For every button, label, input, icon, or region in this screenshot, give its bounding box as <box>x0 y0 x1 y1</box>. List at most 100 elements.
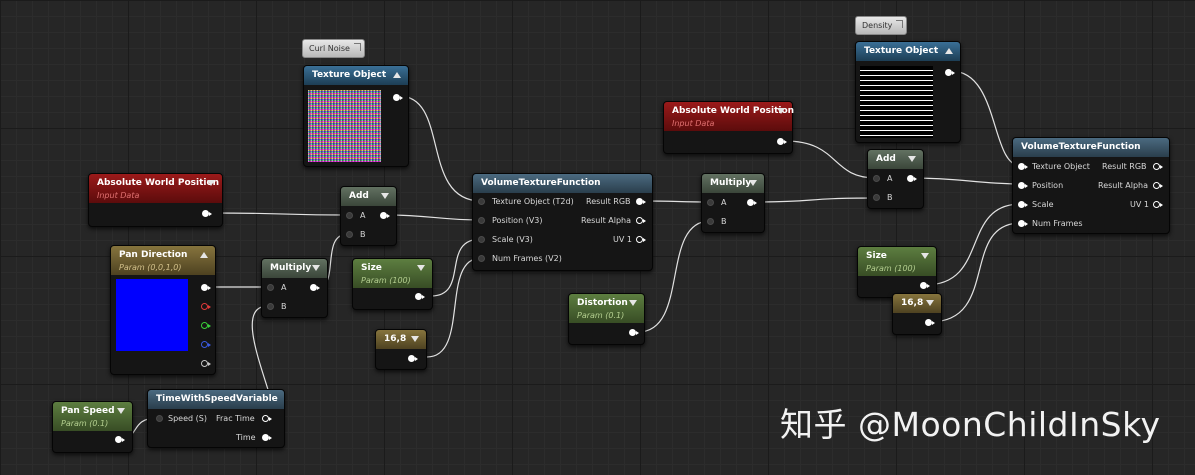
node-volume-texture-function-1[interactable]: VolumeTextureFunction Texture Object (T2… <box>472 173 653 271</box>
node-texture-object-density[interactable]: Texture Object <box>855 41 961 143</box>
node-title: Multiply <box>270 263 312 273</box>
node-pan-direction[interactable]: Pan Direction Param (0,0,1,0) <box>110 245 216 375</box>
output-pin[interactable] <box>920 282 930 289</box>
input-pin-position[interactable] <box>478 217 485 224</box>
input-pin-a[interactable] <box>346 212 353 219</box>
input-pin-a[interactable] <box>267 284 274 291</box>
collapse-arrow-icon[interactable] <box>411 336 419 342</box>
input-pin-texture-object[interactable] <box>1018 163 1028 170</box>
watermark-text: 知乎 @MoonChildInSky <box>780 405 1161 444</box>
node-size-1[interactable]: Size Param (100) <box>352 258 433 310</box>
input-pin-b[interactable] <box>267 303 274 310</box>
input-pin-texture-object[interactable] <box>478 198 485 205</box>
collapse-arrow-icon[interactable] <box>207 180 215 186</box>
node-title: 16,8 <box>901 298 924 308</box>
node-absolute-world-position-2[interactable]: Absolute World Position Input Data <box>663 101 794 154</box>
input-pin-b[interactable] <box>346 231 353 238</box>
input-pin-scale[interactable] <box>1018 201 1028 208</box>
output-pin[interactable] <box>310 284 320 291</box>
collapse-arrow-icon[interactable] <box>908 156 916 162</box>
node-constant-16-8-2[interactable]: 16,8 <box>892 293 942 335</box>
collapse-arrow-icon[interactable] <box>393 72 401 78</box>
pin-label-scale: Scale (V3) <box>492 235 533 244</box>
collapse-arrow-icon[interactable] <box>777 108 785 114</box>
node-title: Distortion <box>577 298 628 308</box>
node-title: 16,8 <box>384 334 407 344</box>
comment-density[interactable]: Density <box>855 16 908 35</box>
output-pin-time[interactable] <box>262 434 272 441</box>
output-pin[interactable] <box>629 329 639 336</box>
pin-label-a: A <box>887 174 893 183</box>
node-header: Pan Speed Param (0.1) <box>53 402 132 431</box>
node-time-with-speed-variable[interactable]: TimeWithSpeedVariable Speed (S) Frac Tim… <box>147 389 285 448</box>
output-pin-rgba[interactable] <box>201 284 211 291</box>
output-pin-result-alpha[interactable] <box>636 217 646 224</box>
input-pin-num-frames[interactable] <box>478 255 485 262</box>
output-pin-uv1[interactable] <box>636 236 646 243</box>
node-multiply-1[interactable]: Multiply A B <box>261 258 328 318</box>
collapse-arrow-icon[interactable] <box>312 265 320 271</box>
node-multiply-2[interactable]: Multiply A B <box>701 173 765 233</box>
node-header: Multiply <box>262 259 327 278</box>
output-pin-r[interactable] <box>201 303 211 310</box>
output-pin-b[interactable] <box>201 341 211 348</box>
node-distortion[interactable]: Distortion Param (0.1) <box>568 293 645 345</box>
pin-label-uv1: UV 1 <box>613 235 632 244</box>
output-pin-g[interactable] <box>201 322 211 329</box>
collapse-arrow-icon[interactable] <box>117 408 125 414</box>
input-pin-a[interactable] <box>707 199 714 206</box>
input-pin-b[interactable] <box>873 194 880 201</box>
output-pin[interactable] <box>415 293 425 300</box>
input-pin-a[interactable] <box>873 175 880 182</box>
output-pin-result-rgb[interactable] <box>636 198 646 205</box>
collapse-arrow-icon[interactable] <box>381 193 389 199</box>
output-pin[interactable] <box>202 210 212 217</box>
node-header: Add <box>868 150 923 169</box>
output-pin[interactable] <box>747 199 757 206</box>
output-pin[interactable] <box>907 175 917 182</box>
pin-label-position: Position (V3) <box>492 216 543 225</box>
node-absolute-world-position-1[interactable]: Absolute World Position Input Data <box>88 173 223 227</box>
output-pin-result-alpha[interactable] <box>1153 182 1163 189</box>
output-pin-a[interactable] <box>201 360 211 367</box>
wire-add2-to-vtf2 <box>912 177 1022 185</box>
output-pin[interactable] <box>408 355 418 362</box>
node-size-2[interactable]: Size Param (100) <box>857 246 937 298</box>
comment-curl-noise[interactable]: Curl Noise <box>302 39 365 58</box>
output-pin[interactable] <box>393 94 403 101</box>
node-constant-16-8-1[interactable]: 16,8 <box>375 329 427 370</box>
output-pin[interactable] <box>380 212 390 219</box>
node-add-1[interactable]: Add A B <box>340 186 397 246</box>
node-title: Pan Speed <box>61 406 115 416</box>
pin-label-b: B <box>887 193 893 202</box>
node-header: 16,8 <box>376 330 426 349</box>
pin-label-b: B <box>721 217 727 226</box>
output-pin[interactable] <box>945 69 955 76</box>
output-pin[interactable] <box>925 319 935 326</box>
output-pin-uv1[interactable] <box>1153 201 1163 208</box>
input-pin-speed[interactable] <box>156 415 163 422</box>
input-pin-b[interactable] <box>707 218 714 225</box>
pin-label-a: A <box>360 211 366 220</box>
output-pin[interactable] <box>115 436 125 443</box>
collapse-arrow-icon[interactable] <box>749 180 757 186</box>
node-volume-texture-function-2[interactable]: VolumeTextureFunction Texture Object Pos… <box>1012 137 1170 234</box>
input-pin-position[interactable] <box>1018 182 1028 189</box>
color-swatch <box>116 279 188 351</box>
node-title: VolumeTextureFunction <box>1021 142 1141 152</box>
output-pin-frac-time[interactable] <box>262 415 272 422</box>
node-texture-object-curl[interactable]: Texture Object <box>303 65 409 167</box>
node-title: Add <box>349 191 369 201</box>
collapse-arrow-icon[interactable] <box>945 48 953 54</box>
output-pin-result-rgb[interactable] <box>1153 163 1163 170</box>
collapse-arrow-icon[interactable] <box>200 252 208 258</box>
collapse-arrow-icon[interactable] <box>629 300 637 306</box>
node-add-2[interactable]: Add A B <box>867 149 924 209</box>
input-pin-num-frames[interactable] <box>1018 220 1028 227</box>
output-pin[interactable] <box>777 138 787 145</box>
node-pan-speed[interactable]: Pan Speed Param (0.1) <box>52 401 133 453</box>
collapse-arrow-icon[interactable] <box>926 300 934 306</box>
input-pin-scale[interactable] <box>478 236 485 243</box>
collapse-arrow-icon[interactable] <box>921 253 929 259</box>
collapse-arrow-icon[interactable] <box>417 265 425 271</box>
